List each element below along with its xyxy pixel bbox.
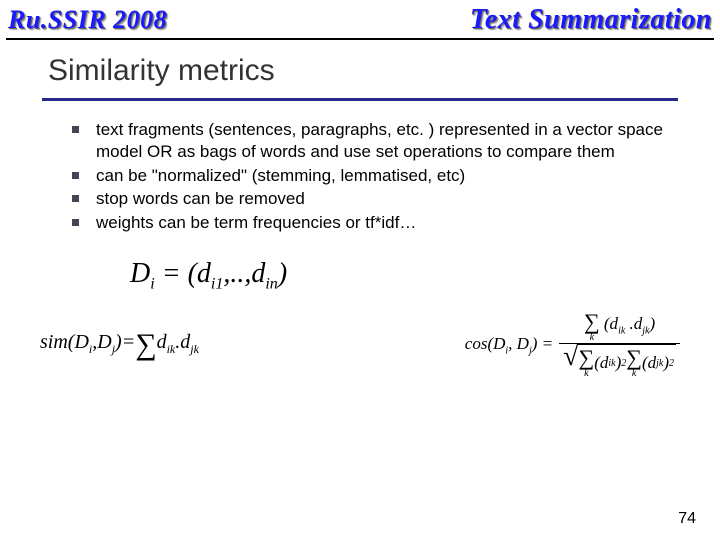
sum-icon: ∑k xyxy=(626,347,642,379)
denominator: √ ∑k (dik)2 ∑k (djk)2 xyxy=(559,344,680,379)
fraction: ∑k (dik .djk) √ ∑k (dik)2 ∑k (djk)2 xyxy=(559,311,680,379)
eq2-mid1: ,D xyxy=(92,331,111,353)
square-root: √ ∑k (dik)2 ∑k (djk)2 xyxy=(563,344,676,379)
eq3-mid2: ) = xyxy=(532,334,553,353)
eq3-cos: cos(D xyxy=(465,334,506,353)
eq1-D: D xyxy=(130,258,150,289)
den-t1-sub: ik xyxy=(608,358,615,369)
eq2-mid2: )= xyxy=(115,331,135,353)
sigma-icon: ∑ xyxy=(584,311,600,333)
formula-block: Di = (di1,..,din) sim(Di,Dj)=∑dik.djk co… xyxy=(0,258,720,380)
den-t2-sq: 2 xyxy=(669,358,674,369)
sum-icon: ∑k xyxy=(584,311,600,343)
slide-title: Similarity metrics xyxy=(0,40,720,98)
sigma-icon: ∑ xyxy=(135,328,156,361)
sum-index-k: k xyxy=(632,369,636,379)
num-mid: .d xyxy=(625,314,642,333)
den-t2-open: (d xyxy=(642,353,656,373)
list-item: text fragments (sentences, paragraphs, e… xyxy=(72,119,680,163)
page-number: 74 xyxy=(678,510,696,528)
sum-icon: ∑k xyxy=(579,347,595,379)
eq1-close: ) xyxy=(278,258,287,289)
eq1-open: = (d xyxy=(155,258,211,289)
sigma-icon: ∑ xyxy=(626,347,642,369)
sigma-icon: ∑ xyxy=(579,347,595,369)
den-t1-open: (d xyxy=(594,353,608,373)
eq1-sub-i1: i1 xyxy=(211,275,223,292)
header-left-text: Ru.SSIR 2008 xyxy=(8,5,167,35)
eq2-lhs: sim(D xyxy=(40,331,89,353)
eq2-sub-jk: jk xyxy=(190,342,199,356)
slide-header: Ru.SSIR 2008 Text Summarization xyxy=(0,0,720,38)
list-item: weights can be term frequencies or tf*id… xyxy=(72,212,680,234)
equation-sim: sim(Di,Dj)=∑dik.djk xyxy=(40,328,199,362)
eq1-sub-in: in xyxy=(265,275,277,292)
eq3-lhs: cos(Di, Dj) = xyxy=(465,334,553,356)
num-open: (d xyxy=(604,314,618,333)
eq2-sub-ik: ik xyxy=(167,342,176,356)
equation-cosine: cos(Di, Dj) = ∑k (dik .djk) √ ∑k (dik)2 … xyxy=(465,311,680,379)
title-underline xyxy=(42,98,678,101)
header-right-text: Text Summarization xyxy=(470,4,712,36)
list-item: stop words can be removed xyxy=(72,188,680,210)
radicand: ∑k (dik)2 ∑k (djk)2 xyxy=(577,344,677,379)
eq2-d1: d xyxy=(157,331,167,353)
sum-index-k: k xyxy=(590,333,594,343)
formula-row: sim(Di,Dj)=∑dik.djk cos(Di, Dj) = ∑k (di… xyxy=(40,311,680,379)
list-item: can be "normalized" (stemming, lemmatise… xyxy=(72,165,680,187)
numerator: ∑k (dik .djk) xyxy=(580,311,659,343)
eq2-dot: .d xyxy=(175,331,190,353)
num-close: ) xyxy=(650,314,656,333)
equation-vector-def: Di = (di1,..,din) xyxy=(40,258,680,294)
eq1-mid: ,..,d xyxy=(223,258,265,289)
num-sub-jk: jk xyxy=(642,326,649,337)
eq3-mid1: , D xyxy=(508,334,529,353)
bullet-list: text fragments (sentences, paragraphs, e… xyxy=(0,119,720,234)
sum-index-k: k xyxy=(584,369,588,379)
